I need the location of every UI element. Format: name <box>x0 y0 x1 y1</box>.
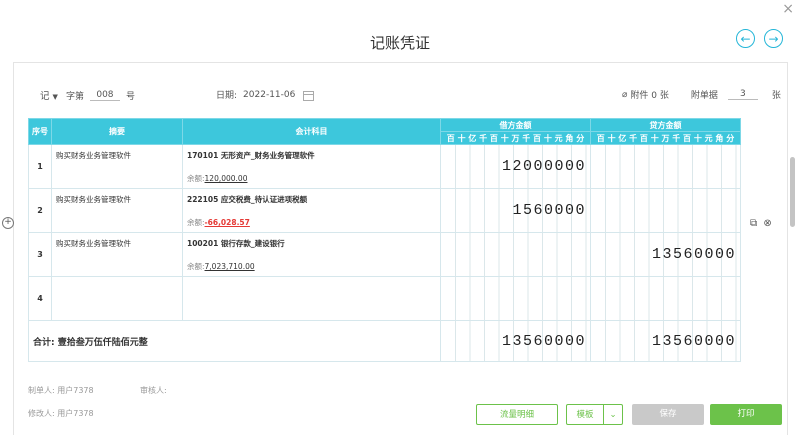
scrollbar[interactable] <box>790 157 795 227</box>
row-account[interactable] <box>182 276 441 321</box>
account-balance: 余额:-66,028.57 <box>187 217 250 228</box>
add-row-icon[interactable]: + <box>2 217 14 229</box>
row-summary[interactable]: 购买财务业务管理软件 <box>51 188 183 233</box>
doc-label: 附单据 <box>690 91 718 101</box>
row-seq: 1 <box>28 144 52 189</box>
template-button[interactable]: 模板 <box>566 404 604 425</box>
table-row: 4 <box>28 276 741 321</box>
voucher-type-select[interactable]: 记 ▼ <box>40 88 58 102</box>
hao-label: 号 <box>125 91 135 102</box>
dialog-title: 记账凭证 <box>369 34 430 52</box>
voucher-table: 序号 摘要 会计科目 借方金额 贷方金额 百 十 亿 千 百 十 万 千 百 十… <box>28 118 741 362</box>
row-debit[interactable]: 12000000 <box>440 144 591 189</box>
header-debit: 借方金额 <box>440 118 591 132</box>
total-label: 合计: 壹拾叁万伍仟陆佰元整 <box>28 320 441 362</box>
row-credit[interactable] <box>590 144 741 189</box>
credit-units: 百 十 亿 千 百 十 万 千 百 十 元 角 分 <box>590 131 741 145</box>
copy-icon[interactable]: ⧉ <box>750 218 757 229</box>
header-credit: 贷方金额 <box>590 118 741 132</box>
caret-down-icon: ▼ <box>52 93 58 101</box>
balance-value: -66,028.57 <box>204 218 250 227</box>
row-summary[interactable]: 购买财务业务管理软件 <box>51 144 183 189</box>
row-seq: 2 <box>28 188 52 233</box>
chevron-down-icon: ⌄ <box>609 410 617 420</box>
row-summary[interactable] <box>51 276 183 321</box>
table-row: 2 购买财务业务管理软件 222105 应交税费_待认证进项税额 余额:-66,… <box>28 188 741 233</box>
paperclip-icon: ⌀ <box>622 89 628 100</box>
print-button[interactable]: 打印 <box>710 404 782 425</box>
balance-value: 7,023,710.00 <box>204 262 255 271</box>
balance-label: 余额: <box>187 174 205 183</box>
maker-label: 制单人: 用户7378 <box>28 386 94 395</box>
auditor-label: 审核人: <box>140 386 167 395</box>
date-label: 日期: <box>216 91 238 101</box>
next-arrow-icon[interactable]: → <box>764 29 783 48</box>
row-credit[interactable]: 13560000 <box>590 232 741 277</box>
row-summary-text <box>52 277 182 282</box>
zi-label: 字第 <box>65 91 84 102</box>
header-account: 会计科目 <box>182 118 441 145</box>
voucher-dialog: × 记账凭证 ← → 记 ▼ 字第 008 号 日期: 2022-11-06 ⌀… <box>0 0 800 435</box>
row-account[interactable]: 222105 应交税费_待认证进项税额 余额:-66,028.57 <box>182 188 441 233</box>
template-dropdown-button[interactable]: ⌄ <box>603 404 623 425</box>
row-summary-text: 购买财务业务管理软件 <box>56 151 131 160</box>
attachment-group: ⌀ 附件 0 张 附单据 3 张 <box>622 88 781 101</box>
row-account[interactable]: 170101 无形资产_财务业务管理软件 余额:120,000.00 <box>182 144 441 189</box>
account-balance: 余额:120,000.00 <box>187 173 247 184</box>
balance-label: 余额: <box>187 218 205 227</box>
row-credit[interactable] <box>590 188 741 233</box>
account-name: 222105 应交税费_待认证进项税额 <box>187 195 308 204</box>
credit-units-text: 百 十 亿 千 百 十 万 千 百 十 元 角 分 <box>596 133 735 143</box>
account-balance: 余额:7,023,710.00 <box>187 261 255 272</box>
flow-detail-button[interactable]: 流量明细 <box>476 404 558 425</box>
header-seq: 序号 <box>28 118 52 145</box>
row-summary[interactable]: 购买财务业务管理软件 <box>51 232 183 277</box>
attachment-link[interactable]: 附件 0 张 <box>630 88 668 101</box>
row-debit[interactable] <box>440 232 591 277</box>
total-row: 合计: 壹拾叁万伍仟陆佰元整 13560000 13560000 <box>28 320 741 362</box>
table-row: 1 购买财务业务管理软件 170101 无形资产_财务业务管理软件 余额:120… <box>28 144 741 189</box>
prev-arrow-icon[interactable]: ← <box>736 29 755 48</box>
row-actions: ⧉ ⊗ <box>750 218 772 229</box>
row-debit[interactable] <box>440 276 591 321</box>
row-summary-text: 购买财务业务管理软件 <box>56 239 131 248</box>
account-name: 170101 无形资产_财务业务管理软件 <box>187 151 315 160</box>
total-debit: 13560000 <box>440 320 591 362</box>
balance-label: 余额: <box>187 262 205 271</box>
doc-count-input[interactable]: 3 <box>727 89 758 100</box>
date-input[interactable]: 2022-11-06 <box>243 90 295 100</box>
voucher-type-group: 记 ▼ 字第 008 号 <box>40 88 135 103</box>
row-account[interactable]: 100201 银行存款_建设银行 余额:7,023,710.00 <box>182 232 441 277</box>
row-debit[interactable]: 1560000 <box>440 188 591 233</box>
zhang-label: 张 <box>771 91 781 101</box>
row-seq: 4 <box>28 276 52 321</box>
row-credit[interactable] <box>590 276 741 321</box>
modifier-label: 修改人: 用户7378 <box>28 409 94 418</box>
total-credit: 13560000 <box>590 320 741 362</box>
debit-units: 百 十 亿 千 百 十 万 千 百 十 元 角 分 <box>440 131 591 145</box>
header-summary: 摘要 <box>51 118 183 145</box>
balance-value: 120,000.00 <box>204 174 248 183</box>
date-group: 日期: 2022-11-06 <box>216 88 315 101</box>
table-row: 3 购买财务业务管理软件 100201 银行存款_建设银行 余额:7,023,7… <box>28 232 741 277</box>
close-icon[interactable]: × <box>782 2 794 16</box>
calendar-icon[interactable] <box>303 90 315 101</box>
account-name: 100201 银行存款_建设银行 <box>187 239 285 248</box>
debit-units-text: 百 十 亿 千 百 十 万 千 百 十 元 角 分 <box>446 133 585 143</box>
row-summary-text: 购买财务业务管理软件 <box>56 195 131 204</box>
save-button[interactable]: 保存 <box>632 404 704 425</box>
voucher-number-input[interactable]: 008 <box>89 90 120 101</box>
row-seq: 3 <box>28 232 52 277</box>
delete-row-icon[interactable]: ⊗ <box>763 218 771 229</box>
